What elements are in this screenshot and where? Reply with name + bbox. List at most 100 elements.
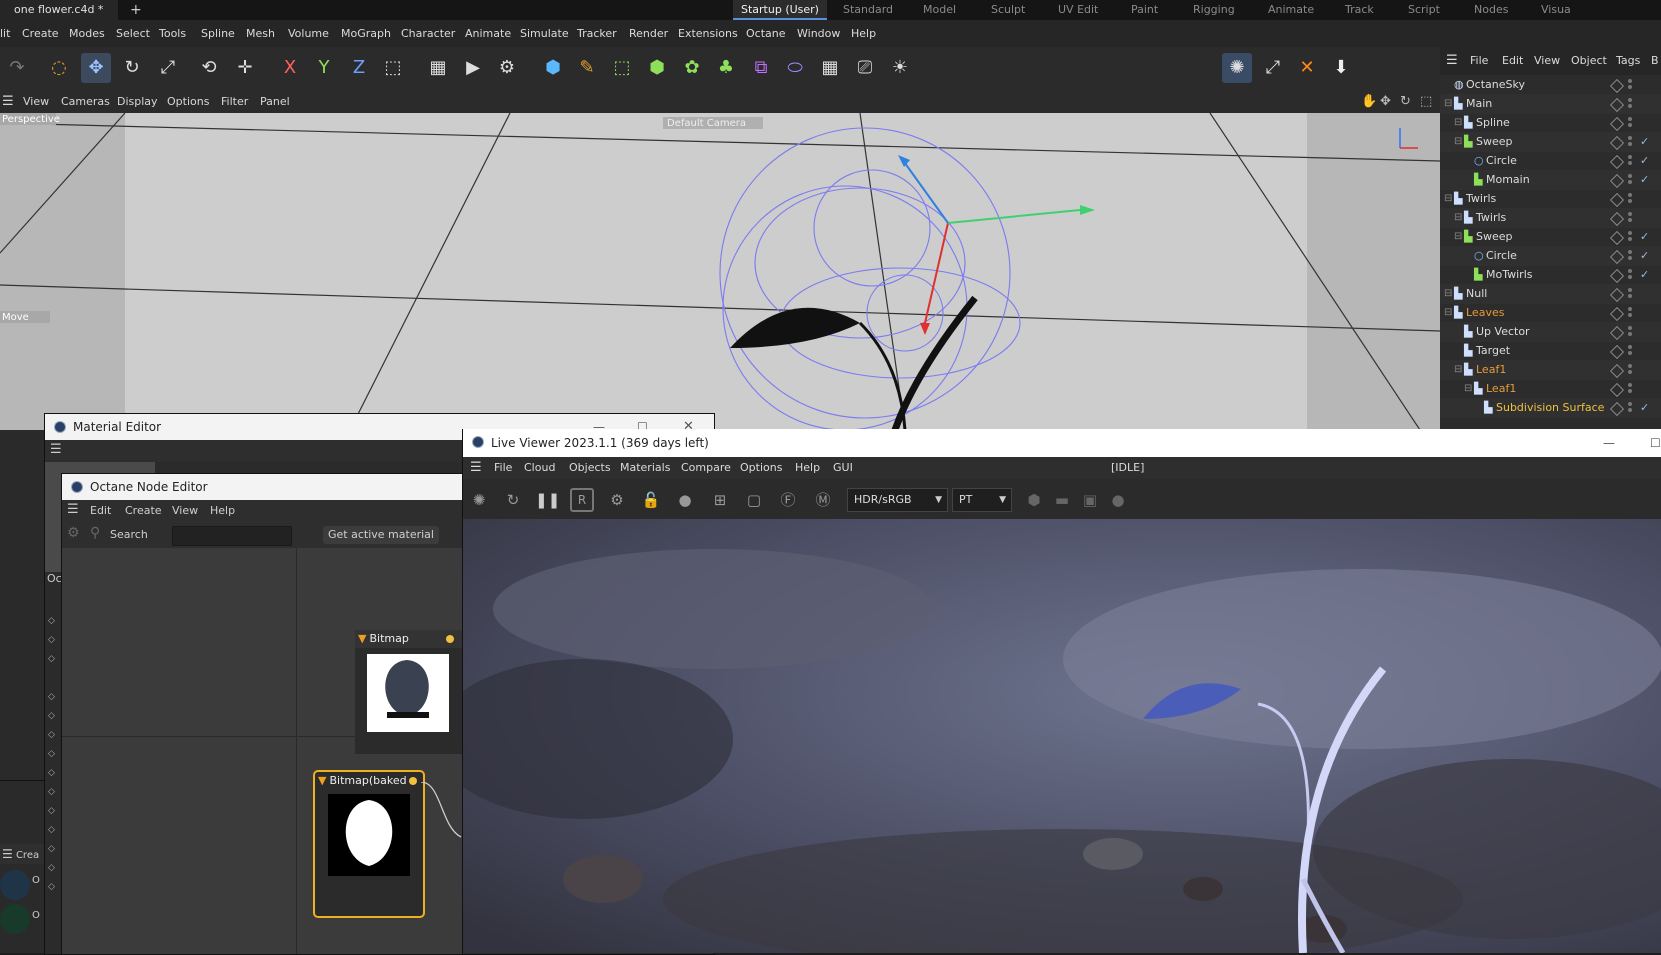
- settings-gear-icon[interactable]: ⚙: [605, 488, 629, 512]
- viewport-hamburger-icon[interactable]: ☰: [2, 91, 14, 113]
- node-search-input[interactable]: [172, 526, 292, 546]
- menu-simulate[interactable]: Simulate: [520, 20, 569, 47]
- x-axis-lock-button[interactable]: X: [275, 53, 305, 83]
- colorspace-select[interactable]: HDR/sRGB ▼: [847, 488, 948, 512]
- download-icon[interactable]: ⬇: [1326, 53, 1356, 83]
- render-output[interactable]: [463, 519, 1661, 953]
- menu-animate[interactable]: Animate: [465, 20, 511, 47]
- octane-tools-icon[interactable]: ✕: [1292, 53, 1322, 83]
- layout-startup[interactable]: Startup (User): [733, 0, 827, 20]
- clay-mode-icon[interactable]: ▢: [742, 488, 766, 512]
- lv-menu-compare[interactable]: Compare: [681, 457, 731, 479]
- enabled-check-icon[interactable]: ✓: [1640, 170, 1649, 190]
- om-menu-edit[interactable]: Edit: [1502, 47, 1523, 75]
- visibility-icon[interactable]: [1609, 268, 1625, 284]
- lv-menu-options[interactable]: Options: [740, 457, 782, 479]
- render-dots-icon[interactable]: [1628, 117, 1632, 121]
- recent-tool-icon[interactable]: ⟲: [194, 53, 224, 83]
- visibility-icon[interactable]: [1609, 173, 1625, 189]
- object-row[interactable]: ⊟ ▙ Sweep ✓: [1440, 132, 1661, 152]
- snapshot-icon[interactable]: ▣: [1078, 488, 1102, 512]
- om-menu-tags[interactable]: Tags: [1616, 47, 1640, 75]
- menu-mesh[interactable]: Mesh: [246, 20, 275, 47]
- visibility-icon[interactable]: [1609, 78, 1625, 94]
- render-dots-icon[interactable]: [1628, 250, 1632, 254]
- layout-rigging[interactable]: Rigging: [1193, 0, 1235, 20]
- render-dots-icon[interactable]: [1628, 155, 1632, 159]
- visibility-icon[interactable]: [1609, 249, 1625, 265]
- render-dots-icon[interactable]: [1628, 307, 1632, 311]
- object-row[interactable]: ▙ Target: [1440, 341, 1661, 361]
- om-menu-view[interactable]: View: [1534, 47, 1560, 75]
- node-editor-titlebar[interactable]: Octane Node Editor: [62, 474, 462, 500]
- hexagon-icon[interactable]: ⬢: [1022, 488, 1046, 512]
- kernel-select[interactable]: PT ▼: [952, 488, 1012, 512]
- material-thumbnail-2[interactable]: [0, 904, 30, 934]
- expand-toggle-icon[interactable]: ⊟: [1454, 113, 1462, 133]
- y-axis-lock-button[interactable]: Y: [309, 53, 339, 83]
- viewport-menu-panel[interactable]: Panel: [260, 91, 290, 113]
- pen-spline-icon[interactable]: ✎: [572, 53, 602, 83]
- move-tool-icon[interactable]: ✥: [81, 53, 111, 83]
- viewport-menu-filter[interactable]: Filter: [221, 91, 248, 113]
- render-dots-icon[interactable]: [1628, 288, 1632, 292]
- expand-toggle-icon[interactable]: ⊟: [1444, 303, 1452, 323]
- render-dots-icon[interactable]: [1628, 212, 1632, 216]
- render-dots-icon[interactable]: [1628, 79, 1632, 83]
- octane-live-viewer-icon[interactable]: ✺: [1222, 53, 1252, 83]
- object-row[interactable]: ⊟ ▙ Spline: [1440, 113, 1661, 133]
- visibility-icon[interactable]: [1609, 211, 1625, 227]
- lv-menu-gui[interactable]: GUI: [833, 457, 853, 479]
- menu-edit[interactable]: lit: [0, 20, 10, 47]
- render-view-icon[interactable]: ▦: [423, 53, 453, 83]
- object-row[interactable]: ⊟ ▙ Twirls: [1440, 208, 1661, 228]
- bitmap-baked-output-port[interactable]: [409, 777, 417, 785]
- layout-standard[interactable]: Standard: [843, 0, 893, 20]
- object-row[interactable]: ⊟ ▙ Twirls: [1440, 189, 1661, 209]
- new-tab-button[interactable]: +: [130, 0, 142, 20]
- menu-select[interactable]: Select: [116, 20, 150, 47]
- layout-model[interactable]: Model: [923, 0, 956, 20]
- visibility-icon[interactable]: [1609, 325, 1625, 341]
- live-selection-icon[interactable]: ◌: [44, 53, 74, 83]
- extrude-icon[interactable]: ⬢: [642, 53, 672, 83]
- material-picker-icon[interactable]: Ⓜ: [811, 488, 835, 512]
- layout-nodes[interactable]: Nodes: [1474, 0, 1508, 20]
- expand-toggle-icon[interactable]: ⊟: [1454, 227, 1462, 247]
- live-viewer-titlebar[interactable]: Live Viewer 2023.1.1 (369 days left) — ☐: [463, 429, 1661, 457]
- material-editor-hamburger-icon[interactable]: ☰: [50, 442, 62, 457]
- visibility-icon[interactable]: [1609, 382, 1625, 398]
- menu-spline[interactable]: Spline: [201, 20, 235, 47]
- render-dots-icon[interactable]: [1628, 364, 1632, 368]
- visibility-icon[interactable]: [1609, 154, 1625, 170]
- object-row[interactable]: ▙ Subdivision Surface ✓: [1440, 398, 1661, 418]
- material-thumbnail-1[interactable]: [0, 870, 30, 900]
- maximize-view-icon[interactable]: ⬚: [1420, 91, 1432, 113]
- menu-modes[interactable]: Modes: [69, 20, 105, 47]
- menu-extensions[interactable]: Extensions: [678, 20, 738, 47]
- region-render-icon[interactable]: R: [570, 488, 594, 512]
- object-row[interactable]: ⊟ ▙ Main: [1440, 94, 1661, 114]
- layout-script[interactable]: Script: [1408, 0, 1440, 20]
- layout-track[interactable]: Track: [1345, 0, 1374, 20]
- enabled-check-icon[interactable]: ✓: [1640, 265, 1649, 285]
- z-axis-lock-button[interactable]: Z: [344, 53, 374, 83]
- menu-character[interactable]: Character: [401, 20, 455, 47]
- lv-menu-help[interactable]: Help: [795, 457, 820, 479]
- node-graph-canvas[interactable]: ▼ Bitmap ▼ Bitmap(baked: [62, 548, 462, 954]
- object-row[interactable]: ⊟ ▙ Leaf1: [1440, 379, 1661, 399]
- viewport-menu-display[interactable]: Display: [117, 91, 158, 113]
- render-dots-icon[interactable]: [1628, 231, 1632, 235]
- object-row[interactable]: ⊟ ▙ Leaves: [1440, 303, 1661, 323]
- om-menu-bookmarks[interactable]: B: [1651, 47, 1659, 75]
- object-row[interactable]: ▙ Up Vector: [1440, 322, 1661, 342]
- viewport-menu-cameras[interactable]: Cameras: [61, 91, 110, 113]
- expand-toggle-icon[interactable]: ⊟: [1444, 94, 1452, 114]
- render-dots-icon[interactable]: [1628, 269, 1632, 273]
- viewport-menu-view[interactable]: View: [23, 91, 49, 113]
- create-label[interactable]: ☰ Crea: [0, 844, 44, 864]
- om-menu-file[interactable]: File: [1470, 47, 1488, 75]
- menu-window[interactable]: Window: [797, 20, 840, 47]
- send-scene-icon[interactable]: ✺: [467, 488, 491, 512]
- restart-render-icon[interactable]: ↻: [501, 488, 525, 512]
